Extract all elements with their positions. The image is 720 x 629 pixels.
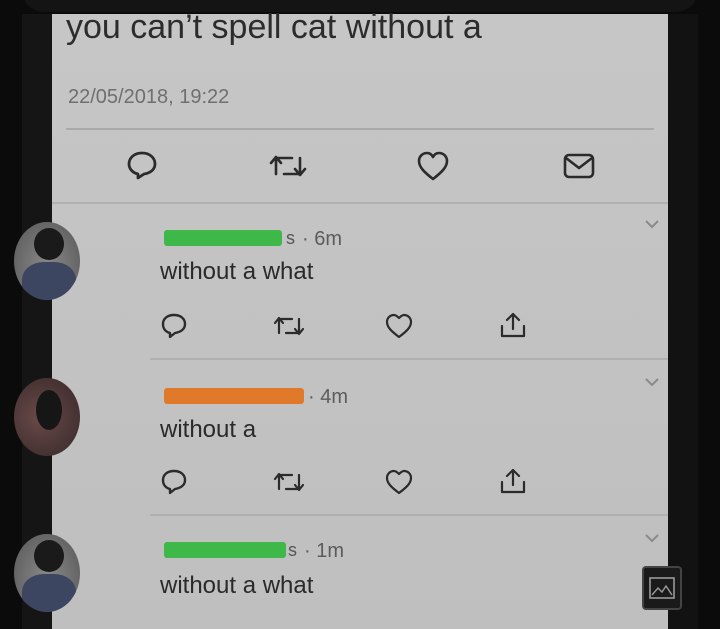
share-icon[interactable] <box>498 310 528 340</box>
avatar[interactable] <box>14 222 80 300</box>
reply-text: without a what <box>160 258 314 285</box>
like-icon[interactable] <box>416 150 450 182</box>
divider <box>150 514 668 516</box>
divider <box>150 358 668 360</box>
chevron-down-icon[interactable] <box>644 530 659 543</box>
share-icon[interactable] <box>498 466 528 496</box>
tweet-text: you can’t spell cat without a <box>66 8 482 46</box>
like-icon[interactable] <box>384 468 414 496</box>
redacted-username <box>164 542 286 558</box>
reply-time: · 6m <box>302 228 342 250</box>
divider <box>52 202 668 204</box>
message-icon[interactable] <box>562 152 596 180</box>
avatar[interactable] <box>14 378 80 456</box>
reply-text: without a what <box>160 572 314 599</box>
right-frame <box>668 14 698 629</box>
reply-icon[interactable] <box>160 468 188 496</box>
chevron-down-icon[interactable] <box>644 374 659 387</box>
retweet-icon[interactable] <box>272 470 306 494</box>
handle-tail: s <box>288 540 297 560</box>
redacted-username <box>164 230 282 246</box>
avatar[interactable] <box>14 534 80 612</box>
tweet-timestamp: 22/05/2018, 19:22 <box>68 86 230 108</box>
handle-tail: s <box>286 228 295 248</box>
chevron-down-icon[interactable] <box>644 216 659 229</box>
reply-text: without a <box>160 416 257 443</box>
divider <box>66 128 654 130</box>
image-icon[interactable] <box>642 566 682 610</box>
reply-icon[interactable] <box>126 150 158 180</box>
reply-time: · 1m <box>304 540 344 562</box>
reply-icon[interactable] <box>160 312 188 340</box>
reply-time: · 4m <box>308 386 348 408</box>
retweet-icon[interactable] <box>272 314 306 338</box>
redacted-username <box>164 388 304 404</box>
retweet-icon[interactable] <box>268 152 308 180</box>
like-icon[interactable] <box>384 312 414 340</box>
